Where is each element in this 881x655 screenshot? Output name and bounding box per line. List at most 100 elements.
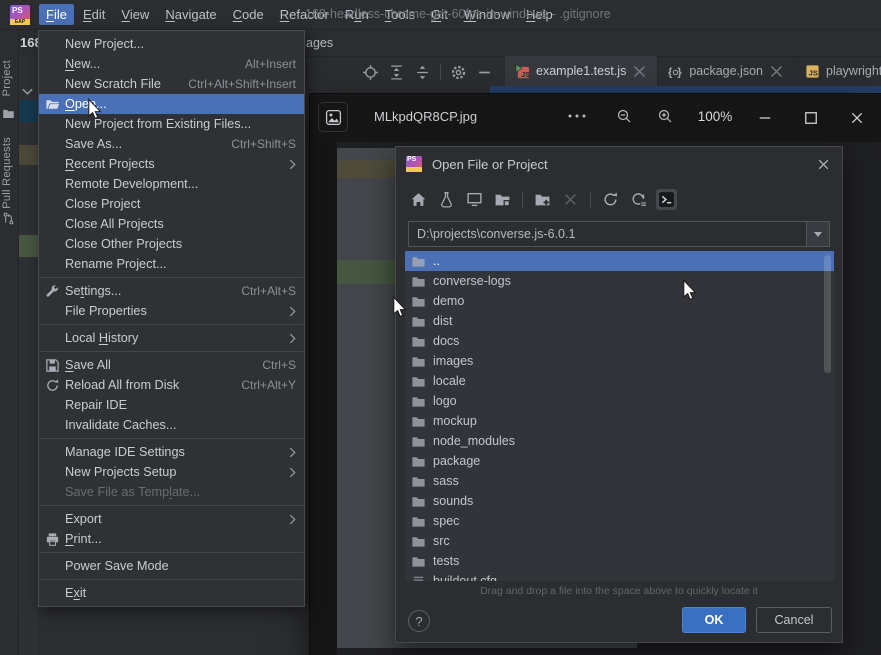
terminal-icon[interactable] [656, 189, 677, 210]
pull-request-icon[interactable] [2, 212, 15, 225]
menu-item-new-scratch-file[interactable]: New Scratch File Ctrl+Alt+Shift+Insert [39, 74, 304, 94]
menubar-item-edit[interactable]: Edit [76, 4, 112, 25]
menu-item-export[interactable]: Export [39, 509, 304, 529]
menu-item-remote-development[interactable]: Remote Development... [39, 174, 304, 194]
menu-item-save-all[interactable]: Save All Ctrl+S [39, 355, 304, 375]
menu-item-rename-project[interactable]: Rename Project... [39, 254, 304, 274]
desktop-icon[interactable] [466, 191, 483, 208]
tree-row-dist[interactable]: dist [405, 311, 834, 331]
menu-item-invalidate-caches[interactable]: Invalidate Caches... [39, 415, 304, 435]
menubar-item-file[interactable]: File [39, 4, 74, 25]
flask-icon[interactable] [438, 191, 455, 208]
editor-tab-example1-test-js[interactable]: JS example1.test.js [505, 56, 659, 86]
dialog-close-icon[interactable] [817, 158, 830, 171]
zoom-out-icon[interactable] [616, 108, 632, 124]
menu-item-close-all-projects[interactable]: Close All Projects [39, 214, 304, 234]
tree-row-converse-logs[interactable]: converse-logs [405, 271, 834, 291]
tree-row-package[interactable]: package [405, 451, 834, 471]
menu-separator [40, 351, 303, 352]
tree-row-demo[interactable]: demo [405, 291, 834, 311]
tree-row-buildout-cfg[interactable]: buildout.cfg [405, 571, 834, 581]
menu-item-close-project[interactable]: Close Project [39, 194, 304, 214]
menu-item-close-other-projects[interactable]: Close Other Projects [39, 234, 304, 254]
tree-row-sounds[interactable]: sounds [405, 491, 834, 511]
more-options-icon[interactable] [568, 108, 586, 124]
menu-item-manage-ide-settings[interactable]: Manage IDE Settings [39, 442, 304, 462]
menu-item-open[interactable]: Open... [39, 94, 304, 114]
tree-row-logo[interactable]: logo [405, 391, 834, 411]
menu-item-reload-all-from-disk[interactable]: Reload All from Disk Ctrl+Alt+Y [39, 375, 304, 395]
gear-icon[interactable] [450, 64, 467, 81]
menu-item-file-properties[interactable]: File Properties [39, 301, 304, 321]
sync-icon[interactable] [630, 191, 647, 208]
menu-item-repair-ide[interactable]: Repair IDE [39, 395, 304, 415]
zoom-level[interactable]: 100% [692, 109, 738, 124]
tree-row-mockup[interactable]: mockup [405, 411, 834, 431]
tree-row-src[interactable]: src [405, 531, 834, 551]
project-folder-icon[interactable] [494, 191, 511, 208]
menu-item-label: File Properties [65, 304, 147, 318]
menu-item-new-project-from-existing-files[interactable]: New Project from Existing Files... [39, 114, 304, 134]
image-viewer-titlebar[interactable]: MLkpdQR8CP.jpg 100% [310, 94, 881, 142]
tool-window-bar: Project Pull Requests [0, 29, 19, 655]
submenu-arrow-icon [289, 333, 296, 344]
tree-row-docs[interactable]: docs [405, 331, 834, 351]
path-value[interactable]: D:\projects\converse.js-6.0.1 [409, 222, 806, 246]
image-viewer-app-button[interactable] [318, 102, 348, 132]
tree-row-label: docs [433, 334, 460, 348]
menu-item-exit[interactable]: Exit [39, 583, 304, 603]
folder-icon[interactable] [2, 107, 15, 120]
help-button[interactable]: ? [408, 610, 430, 632]
menubar-item-navigate[interactable]: Navigate [158, 4, 223, 25]
menubar-item-code[interactable]: Code [226, 4, 271, 25]
dialog-titlebar[interactable]: PS Open File or Project [396, 147, 842, 181]
folder-icon [411, 514, 426, 529]
path-dropdown-button[interactable] [806, 222, 829, 246]
new-folder-icon[interactable] [534, 191, 551, 208]
close-tab-icon[interactable] [632, 64, 647, 79]
menu-item-recent-projects[interactable]: Recent Projects [39, 154, 304, 174]
maximize-icon[interactable] [804, 111, 818, 125]
menu-item-power-save-mode[interactable]: Power Save Mode [39, 556, 304, 576]
menu-item-save-as[interactable]: Save As... Ctrl+Shift+S [39, 134, 304, 154]
tool-window-button-project[interactable]: Project [1, 60, 13, 96]
tree-row-sass[interactable]: sass [405, 471, 834, 491]
tree-row-images[interactable]: images [405, 351, 834, 371]
menu-item-new-project[interactable]: New Project... [39, 34, 304, 54]
path-combobox[interactable]: D:\projects\converse.js-6.0.1 [408, 221, 830, 247]
close-icon[interactable] [850, 111, 864, 125]
menu-item-local-history[interactable]: Local History [39, 328, 304, 348]
hide-icon[interactable] [476, 64, 493, 81]
image-viewer-window: MLkpdQR8CP.jpg 100% PS Open File or Proj… [310, 94, 881, 655]
close-tab-icon[interactable] [769, 64, 784, 79]
home-icon[interactable] [410, 191, 427, 208]
ok-button[interactable]: OK [682, 607, 746, 633]
tree-row-tests[interactable]: tests [405, 551, 834, 571]
editor-tab-package-json[interactable]: {} package.json [658, 56, 795, 86]
tree-scrollbar[interactable] [824, 255, 831, 373]
editor-tab-playwright-config-js[interactable]: JS playwright.config.js [795, 56, 881, 86]
tree-row-[interactable]: .. [405, 251, 834, 271]
cancel-button[interactable]: Cancel [756, 607, 832, 633]
menu-item-new[interactable]: New... Alt+Insert [39, 54, 304, 74]
menu-shortcut: Alt+Insert [244, 57, 296, 71]
menu-item-settings[interactable]: Settings... Ctrl+Alt+S [39, 281, 304, 301]
tree-row-node-modules[interactable]: node_modules [405, 431, 834, 451]
tree-row-label: sass [433, 474, 459, 488]
refresh-icon[interactable] [602, 191, 619, 208]
tree-row-locale[interactable]: locale [405, 371, 834, 391]
menu-item-print[interactable]: Print... [39, 529, 304, 549]
collapse-all-icon[interactable] [414, 64, 431, 81]
zoom-in-icon[interactable] [657, 108, 673, 124]
menu-item-label: Local History [65, 331, 139, 345]
locate-icon[interactable] [362, 64, 379, 81]
menubar-item-view[interactable]: View [114, 4, 156, 25]
menu-shortcut: Ctrl+Alt+Y [241, 378, 296, 392]
minimize-icon[interactable] [758, 111, 772, 125]
submenu-arrow-icon [289, 159, 296, 170]
tool-window-button-pull-requests[interactable]: Pull Requests [1, 137, 13, 209]
menu-item-new-projects-setup[interactable]: New Projects Setup [39, 462, 304, 482]
tree-row-spec[interactable]: spec [405, 511, 834, 531]
menu-item-label: Save File as Template... [65, 485, 201, 499]
expand-all-icon[interactable] [388, 64, 405, 81]
